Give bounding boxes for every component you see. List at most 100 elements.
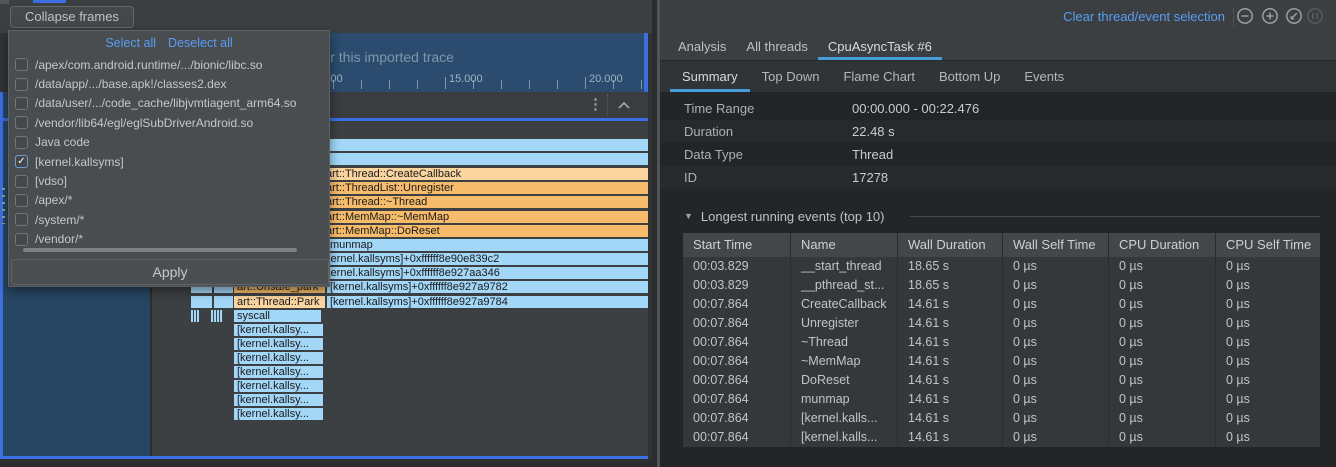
checkbox-icon[interactable] bbox=[15, 78, 28, 91]
flame-bar[interactable] bbox=[217, 310, 219, 322]
table-row[interactable]: 00:07.864DoReset14.61 s0 µs0 µs0 µs bbox=[683, 371, 1320, 390]
flame-bar[interactable]: [kernel.kallsy... bbox=[234, 366, 323, 378]
column-header[interactable]: CPU Duration bbox=[1108, 233, 1215, 257]
toolbar-separator bbox=[1233, 6, 1234, 27]
flame-bar[interactable] bbox=[214, 310, 216, 322]
table-cell: [kernel.kalls... bbox=[790, 409, 897, 428]
table-row[interactable]: 00:07.864~MemMap14.61 s0 µs0 µs0 µs bbox=[683, 352, 1320, 371]
table-row[interactable]: 00:07.864Unregister14.61 s0 µs0 µs0 µs bbox=[683, 314, 1320, 333]
table-row[interactable]: 00:03.829__start_thread18.65 s0 µs0 µs0 … bbox=[683, 257, 1320, 276]
flame-bar[interactable]: [kernel.kallsyms]+0xffffff8e927a9784 bbox=[327, 296, 648, 308]
flame-bar[interactable]: syscall bbox=[234, 310, 321, 322]
checkbox-icon[interactable] bbox=[15, 194, 28, 207]
module-filter-item[interactable]: /apex/com.android.runtime/.../bionic/lib… bbox=[9, 55, 329, 74]
flame-bar[interactable] bbox=[191, 296, 212, 308]
subtab-events[interactable]: Events bbox=[1012, 61, 1076, 92]
checkbox-icon[interactable] bbox=[15, 213, 28, 226]
table-cell: 00:07.864 bbox=[683, 390, 790, 409]
kebab-menu-icon[interactable]: ⋮ bbox=[588, 96, 603, 114]
flame-bar[interactable] bbox=[214, 296, 233, 308]
flame-bar[interactable]: [kernel.kallsy... bbox=[234, 352, 323, 364]
table-cell: 0 µs bbox=[1215, 295, 1320, 314]
subtab-flame-chart[interactable]: Flame Chart bbox=[831, 61, 927, 92]
module-filter-item[interactable]: /apex/* bbox=[9, 191, 329, 210]
select-all-link[interactable]: Select all bbox=[105, 36, 156, 50]
checkbox-icon[interactable] bbox=[15, 97, 28, 110]
table-cell: ~MemMap bbox=[790, 352, 897, 371]
events-section-header[interactable]: ▼ Longest running events (top 10) bbox=[684, 206, 885, 226]
subtab-bottom-up[interactable]: Bottom Up bbox=[927, 61, 1012, 92]
trace-pane: Collapse frames CPU usage details unavai… bbox=[0, 0, 652, 467]
flame-bar[interactable] bbox=[220, 310, 222, 322]
checkbox-icon[interactable] bbox=[15, 175, 28, 188]
horizontal-scrollbar[interactable] bbox=[23, 248, 297, 252]
zoom-out-icon[interactable] bbox=[1236, 7, 1254, 25]
module-filter-item[interactable]: /vendor/* bbox=[9, 230, 329, 249]
zoom-in-icon[interactable] bbox=[1261, 7, 1279, 25]
tab-analysis[interactable]: Analysis bbox=[668, 33, 736, 60]
tab-all-threads[interactable]: All threads bbox=[736, 33, 817, 60]
ruler-label: 20.000 bbox=[589, 73, 623, 85]
module-filter-label: /apex/com.android.runtime/.../bionic/lib… bbox=[35, 58, 262, 72]
flame-bar-label: art::ThreadList::Unregister bbox=[326, 182, 454, 194]
reset-zoom-icon[interactable] bbox=[1285, 7, 1303, 25]
clear-selection-link[interactable]: Clear thread/event selection bbox=[1063, 9, 1225, 24]
checkbox-icon[interactable] bbox=[15, 136, 28, 149]
module-filter-item[interactable]: /vendor/lib64/egl/eglSubDriverAndroid.so bbox=[9, 113, 329, 132]
tab-cpuasynctask[interactable]: CpuAsyncTask #6 bbox=[818, 33, 942, 60]
flame-bar[interactable]: [kernel.kallsy... bbox=[234, 324, 323, 336]
flame-bar[interactable]: [kernel.kallsy... bbox=[234, 338, 323, 350]
flame-bar[interactable]: [kernel.kallsyms]+0xffffff8e927a9782 bbox=[327, 281, 648, 293]
checkbox-checked-icon[interactable]: ✓ bbox=[15, 155, 28, 168]
module-filter-item[interactable]: [vdso] bbox=[9, 171, 329, 190]
flame-bar[interactable] bbox=[191, 310, 193, 322]
module-filter-item[interactable]: /data/user/.../code_cache/libjvmtiagent_… bbox=[9, 94, 329, 113]
collapse-frames-button[interactable]: Collapse frames bbox=[10, 6, 134, 28]
track-drag-handle[interactable] bbox=[2, 188, 5, 224]
table-cell: 14.61 s bbox=[897, 409, 1002, 428]
panel-splitter[interactable] bbox=[652, 0, 660, 467]
events-section-title: Longest running events (top 10) bbox=[701, 209, 885, 224]
table-row[interactable]: 00:07.864[kernel.kalls...14.61 s0 µs0 µs… bbox=[683, 428, 1320, 447]
checkbox-icon[interactable] bbox=[15, 233, 28, 246]
summary-row: Data TypeThread bbox=[660, 143, 1336, 166]
column-header[interactable]: Name bbox=[790, 233, 897, 257]
subtab-summary[interactable]: Summary bbox=[670, 61, 750, 92]
apply-button[interactable]: Apply bbox=[11, 259, 329, 285]
table-row[interactable]: 00:07.864munmap14.61 s0 µs0 µs0 µs bbox=[683, 390, 1320, 409]
module-filter-label: /data/app/.../base.apk!/classes2.dex bbox=[35, 77, 226, 91]
module-filter-item[interactable]: /system/* bbox=[9, 210, 329, 229]
flame-bar[interactable] bbox=[194, 310, 196, 322]
table-cell: [kernel.kalls... bbox=[790, 428, 897, 447]
flame-bar[interactable] bbox=[211, 310, 213, 322]
table-row[interactable]: 00:07.864[kernel.kalls...14.61 s0 µs0 µs… bbox=[683, 409, 1320, 428]
flame-bar[interactable] bbox=[197, 310, 199, 322]
deselect-all-link[interactable]: Deselect all bbox=[168, 36, 233, 50]
table-row[interactable]: 00:03.829__pthread_st...18.65 s0 µs0 µs0… bbox=[683, 276, 1320, 295]
table-row[interactable]: 00:07.864~Thread14.61 s0 µs0 µs0 µs bbox=[683, 333, 1320, 352]
flame-bar[interactable]: [kernel.kallsy... bbox=[234, 408, 323, 420]
module-filter-item[interactable]: /data/app/.../base.apk!/classes2.dex bbox=[9, 74, 329, 93]
column-header[interactable]: Wall Duration bbox=[897, 233, 1002, 257]
module-filter-item[interactable]: Java code bbox=[9, 133, 329, 152]
table-cell: 0 µs bbox=[1215, 409, 1320, 428]
subtab-top-down[interactable]: Top Down bbox=[750, 61, 832, 92]
table-cell: ~Thread bbox=[790, 333, 897, 352]
checkbox-icon[interactable] bbox=[15, 58, 28, 71]
flame-bar-label: art::Thread::CreateCallback bbox=[326, 168, 461, 180]
module-filter-item[interactable]: ✓[kernel.kallsyms] bbox=[9, 152, 329, 171]
events-table-body: 00:03.829__start_thread18.65 s0 µs0 µs0 … bbox=[683, 257, 1320, 447]
column-header[interactable]: Wall Self Time bbox=[1002, 233, 1108, 257]
summary-label: ID bbox=[660, 166, 852, 189]
collapse-chevron-up-icon[interactable] bbox=[616, 100, 632, 110]
flame-bar-label: [kernel.kallsy... bbox=[237, 394, 309, 406]
flame-bar[interactable]: [kernel.kallsy... bbox=[234, 380, 323, 392]
table-row[interactable]: 00:07.864CreateCallback14.61 s0 µs0 µs0 … bbox=[683, 295, 1320, 314]
checkbox-icon[interactable] bbox=[15, 116, 28, 129]
ruler-tick bbox=[641, 80, 642, 89]
flame-bar[interactable]: [kernel.kallsy... bbox=[234, 394, 323, 406]
analysis-panel: Clear thread/event selection bbox=[660, 0, 1336, 467]
column-header[interactable]: CPU Self Time bbox=[1215, 233, 1320, 257]
flame-bar[interactable]: art::Thread::Park bbox=[234, 296, 325, 308]
column-header[interactable]: Start Time bbox=[683, 233, 790, 257]
